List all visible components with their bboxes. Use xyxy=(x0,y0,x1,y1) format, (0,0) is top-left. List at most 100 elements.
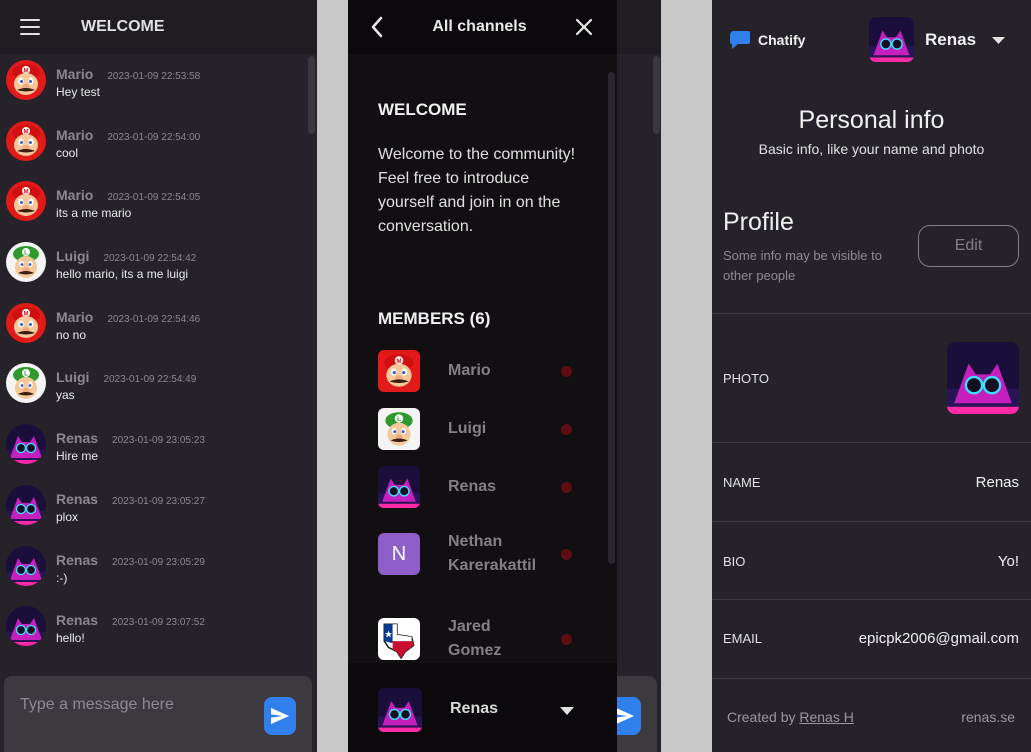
chat-message: Renas 2023-01-09 23:05:27 plox xyxy=(6,484,305,546)
chat-message: Renas 2023-01-09 23:05:23 Hire me xyxy=(6,424,305,485)
chat-message: Renas 2023-01-09 23:05:29:-) xyxy=(6,545,305,607)
member-item[interactable]: L Luigi xyxy=(378,408,578,450)
message-timestamp: 2023-01-09 23:05:27 xyxy=(112,495,205,507)
page-subtitle: Basic info, like your name and photo xyxy=(758,141,985,157)
user-name[interactable]: Renas xyxy=(925,30,976,50)
drawer-scrollbar[interactable] xyxy=(608,72,615,564)
message-body: Renas 2023-01-09 23:05:23 Hire me xyxy=(56,424,205,463)
message-timestamp: 2023-01-09 23:07:52 xyxy=(112,617,205,629)
message-text: Hey test xyxy=(56,85,101,99)
chat-panel: WELCOME M Mario 2023-01-09 22:53:58 Hey te… xyxy=(0,0,317,752)
svg-text:L: L xyxy=(24,372,28,378)
message-text: plox xyxy=(56,509,79,524)
message-avatar[interactable]: M xyxy=(6,120,46,161)
message-avatar[interactable]: M xyxy=(6,60,46,100)
renas-avatar-image xyxy=(378,466,420,508)
message-body: Mario 2023-01-09 22:54:05 its a me mario xyxy=(56,181,200,220)
send-button[interactable] xyxy=(264,697,296,735)
profile-topbar: Chatify Renas xyxy=(712,0,1031,80)
user-avatar[interactable] xyxy=(869,17,914,62)
member-avatar xyxy=(378,466,420,508)
member-avatar: N xyxy=(378,533,420,575)
message-body: Mario 2023-01-09 22:54:00 cool xyxy=(56,121,200,160)
mario-avatar-image: M xyxy=(6,60,46,100)
member-name: Luigi xyxy=(448,420,487,437)
photo-row: PHOTO xyxy=(712,313,1031,442)
chat-message: M Mario 2023-01-09 22:53:58 Hey test xyxy=(6,60,305,121)
message-avatar[interactable]: M xyxy=(6,181,46,222)
message-avatar[interactable] xyxy=(6,606,46,647)
renas-avatar-image xyxy=(6,545,46,586)
email-label: EMAIL xyxy=(723,631,763,646)
section-subtitle: Some info may be visible to other people xyxy=(723,248,882,283)
message-body: Mario 2023-01-09 22:53:58 Hey test xyxy=(56,60,200,99)
message-text: its a me mario xyxy=(56,206,132,221)
chat-bubble-logo-icon xyxy=(730,31,750,49)
message-meta: Luigi 2023-01-09 22:54:42 xyxy=(56,248,196,264)
profile-photo[interactable] xyxy=(947,342,1019,414)
message-text: cool xyxy=(56,145,79,160)
drawer-header: All channels xyxy=(348,0,617,54)
profile-panel: Chatify Renas Personal info Basic info, … xyxy=(712,0,1031,752)
message-text: hello! xyxy=(56,631,85,646)
member-name: Nethan Karerakattil xyxy=(448,533,537,574)
message-body: Mario 2023-01-09 22:54:46 no no xyxy=(56,303,200,342)
member-item[interactable]: Renas xyxy=(378,466,578,508)
message-body: Luigi 2023-01-09 22:54:42 hello mario, its… xyxy=(56,242,196,281)
member-name: Mario xyxy=(448,362,491,379)
message-body: Renas 2023-01-09 23:05:27 plox xyxy=(56,485,205,524)
send-icon xyxy=(271,707,289,725)
message-author: Renas xyxy=(56,612,99,629)
mario-avatar-image: M xyxy=(6,120,46,161)
renas-avatar-image xyxy=(6,484,46,525)
renas-avatar-image xyxy=(947,342,1019,414)
current-user-name: Renas xyxy=(450,700,499,717)
renas-avatar-image xyxy=(378,688,422,732)
email-row: EMAIL epicpk2006@gmail.com xyxy=(712,599,1031,678)
chat-header: WELCOME xyxy=(0,0,317,54)
author-link[interactable]: Renas H xyxy=(799,709,853,725)
site-link[interactable]: renas.se xyxy=(961,709,1015,725)
luigi-avatar-image: L xyxy=(6,363,46,404)
chat-scrollbar[interactable] xyxy=(308,56,315,134)
chat-message: M Mario 2023-01-09 22:54:05 its a me mario xyxy=(6,181,305,242)
caret-down-icon[interactable] xyxy=(560,707,574,715)
current-user-bar[interactable]: Renas xyxy=(348,663,617,752)
message-timestamp: 2023-01-09 22:54:05 xyxy=(107,192,201,204)
message-avatar[interactable]: M xyxy=(6,302,46,343)
chat-message: M Mario 2023-01-09 22:54:00 cool xyxy=(6,120,305,182)
bio-value: Yo! xyxy=(997,553,1019,570)
message-text: Hire me xyxy=(56,449,99,464)
svg-text:L: L xyxy=(24,251,28,257)
name-row: NAME Renas xyxy=(712,442,1031,521)
message-avatar[interactable] xyxy=(6,424,46,465)
member-item[interactable]: N Nethan Karerakattil xyxy=(378,530,578,578)
status-offline-icon xyxy=(561,365,572,377)
member-item[interactable]: Jared Gomez xyxy=(378,615,578,663)
close-icon[interactable] xyxy=(575,18,593,36)
renas-avatar-image xyxy=(869,17,914,62)
hamburger-menu-icon[interactable] xyxy=(20,19,40,35)
message-meta: Renas 2023-01-09 23:05:29 xyxy=(56,552,205,568)
message-text: yas xyxy=(56,388,75,403)
caret-down-icon[interactable] xyxy=(992,37,1005,44)
current-user-avatar xyxy=(378,688,422,732)
message-author: Mario xyxy=(56,66,94,82)
luigi-avatar-image: L xyxy=(6,242,46,283)
created-by: Created by Renas H xyxy=(727,709,854,725)
message-avatar[interactable] xyxy=(6,545,46,586)
channel-name: WELCOME xyxy=(378,100,467,119)
name-value: Renas xyxy=(975,474,1019,491)
back-chevron-icon[interactable] xyxy=(370,16,384,38)
message-avatar[interactable] xyxy=(6,484,46,525)
message-avatar[interactable]: L xyxy=(6,242,46,283)
member-name: Renas xyxy=(448,478,497,495)
bio-label: BIO xyxy=(723,554,746,569)
message-avatar[interactable]: L xyxy=(6,363,46,404)
message-input[interactable] xyxy=(20,694,240,716)
message-author: Luigi xyxy=(56,369,90,386)
member-item[interactable]: M Mario xyxy=(378,350,578,392)
message-meta: Renas 2023-01-09 23:05:27 xyxy=(56,491,205,507)
status-offline-icon xyxy=(561,633,572,645)
edit-button[interactable]: Edit xyxy=(918,225,1019,267)
